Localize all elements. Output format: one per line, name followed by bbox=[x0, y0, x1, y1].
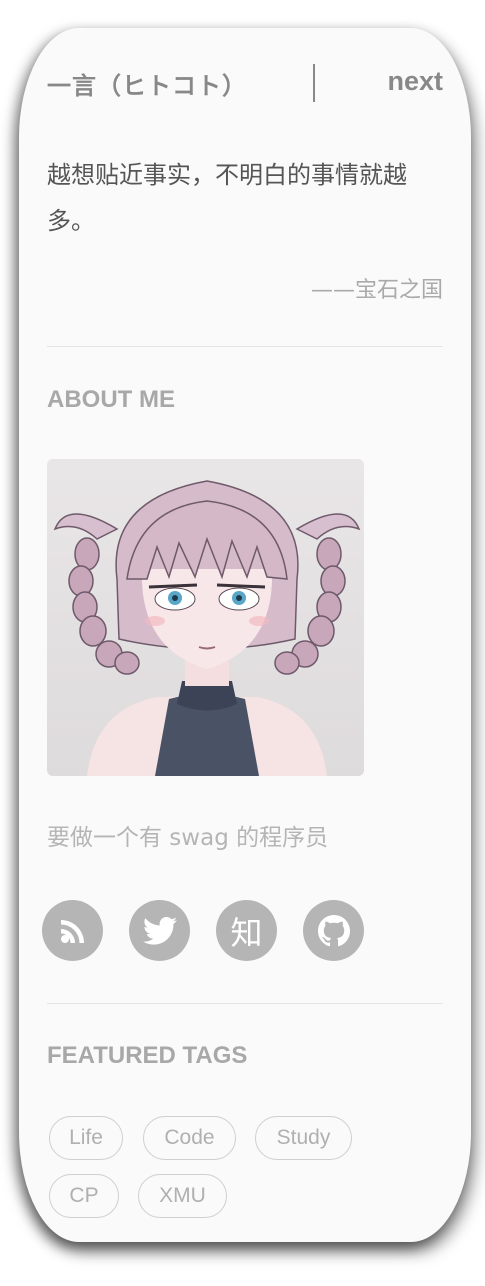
next-quote-button[interactable]: next bbox=[387, 66, 443, 97]
github-link[interactable] bbox=[303, 900, 364, 961]
zhihu-link[interactable]: 知 bbox=[216, 900, 277, 961]
github-icon bbox=[317, 914, 350, 946]
zhihu-icon: 知 bbox=[230, 913, 263, 952]
hitokoto-source: ——宝石之国 bbox=[310, 278, 443, 303]
tag-xmu[interactable]: XMU bbox=[138, 1174, 227, 1218]
tag-life[interactable]: Life bbox=[49, 1116, 123, 1160]
twitter-icon bbox=[142, 916, 177, 945]
tag-study[interactable]: Study bbox=[255, 1116, 352, 1160]
tag-code[interactable]: Code bbox=[143, 1116, 236, 1160]
hitokoto-header: 一言（ヒトコト） next bbox=[47, 64, 443, 104]
section-divider bbox=[47, 1003, 443, 1004]
hitokoto-title: 一言（ヒトコト） bbox=[47, 73, 247, 100]
rss-link[interactable] bbox=[42, 900, 103, 961]
featured-tags-title: FEATURED TAGS bbox=[47, 1042, 248, 1069]
avatar-illustration bbox=[47, 459, 364, 776]
section-divider bbox=[47, 346, 443, 347]
twitter-link[interactable] bbox=[129, 900, 190, 961]
bio-text: 要做一个有 swag 的程序员 bbox=[47, 825, 329, 851]
sidebar-card: 一言（ヒトコト） next 越想贴近事实，不明白的事情就越多。 ——宝石之国 A… bbox=[19, 28, 471, 1242]
avatar bbox=[47, 459, 364, 776]
header-divider bbox=[313, 64, 315, 102]
about-me-title: ABOUT ME bbox=[47, 386, 175, 413]
rss-icon bbox=[60, 919, 84, 943]
tag-cp[interactable]: CP bbox=[49, 1174, 119, 1218]
hitokoto-quote: 越想贴近事实，不明白的事情就越多。 bbox=[47, 161, 407, 235]
